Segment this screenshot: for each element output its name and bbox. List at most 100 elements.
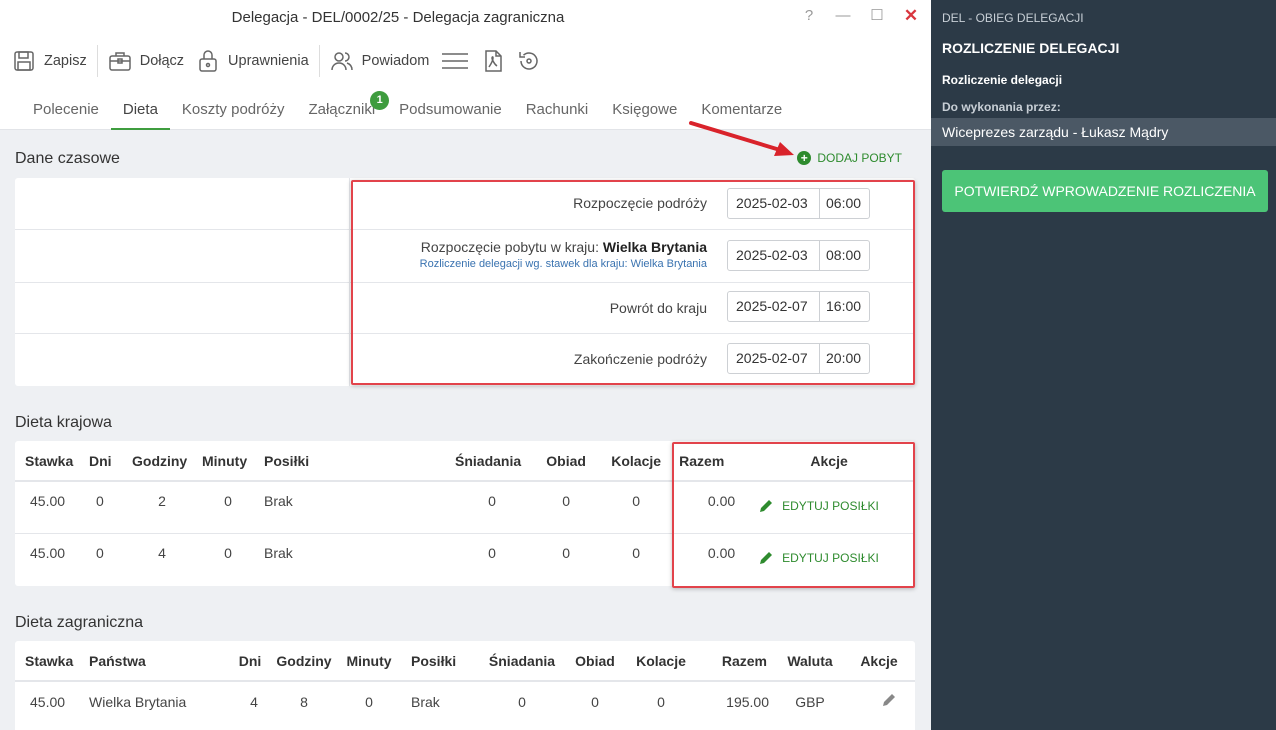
- col-akcje: Akcje: [860, 652, 898, 669]
- title-bar: Delegacja - DEL/0002/25 - Delegacja zagr…: [0, 0, 931, 36]
- col-godziny: Godziny: [276, 652, 332, 669]
- toolbar-divider: [318, 45, 320, 77]
- cell-razem: 195.00: [726, 693, 769, 710]
- tab-koszty-podrozy[interactable]: Koszty podróży: [170, 86, 297, 130]
- tab-polecenie[interactable]: Polecenie: [21, 86, 111, 130]
- tab-zalaczniki-label: Załączniki: [308, 101, 376, 118]
- add-stay-button[interactable]: + DODAJ POBYT: [797, 151, 902, 165]
- cell-minuty: 0: [224, 545, 232, 562]
- permissions-label: Uprawnienia: [228, 53, 309, 69]
- save-button[interactable]: Zapisz: [10, 43, 97, 79]
- col-obiad: Obiad: [546, 452, 586, 469]
- cell-stawka: 45.00: [30, 493, 66, 510]
- tab-zalaczniki[interactable]: Załączniki 1: [296, 86, 390, 130]
- lock-icon: [196, 49, 220, 73]
- edit-pencil-icon[interactable]: [881, 692, 897, 708]
- cell-posilki: Brak: [264, 545, 293, 562]
- users-icon: [330, 49, 354, 73]
- foreign-table-card: Stawka Państwa Dni Godziny Minuty Posiłk…: [15, 641, 915, 730]
- col-minuty: Minuty: [346, 652, 392, 669]
- cell-kolacje: 0: [632, 545, 641, 562]
- cell-minuty: 0: [365, 693, 373, 710]
- annotation-arrow-icon: [689, 121, 794, 156]
- col-posilki: Posiłki: [411, 652, 457, 669]
- window-title: Delegacja - DEL/0002/25 - Delegacja zagr…: [231, 9, 565, 26]
- col-dni: Dni: [238, 652, 262, 669]
- col-posilki: Posiłki: [264, 452, 310, 469]
- cell-minuty: 0: [224, 493, 232, 510]
- table-header-row: Stawka Państwa Dni Godziny Minuty Posiłk…: [15, 641, 915, 681]
- col-stawka: Stawka: [25, 452, 74, 469]
- col-sniadania: Śniadania: [455, 452, 522, 469]
- delegation-window: Delegacja - DEL/0002/25 - Delegacja zagr…: [0, 0, 931, 730]
- highlight-frame: [672, 442, 915, 588]
- pdf-button[interactable]: [479, 43, 515, 79]
- col-godziny: Godziny: [132, 452, 188, 469]
- history-button[interactable]: [515, 43, 551, 79]
- cell-sniadania: 0: [488, 545, 496, 562]
- tab-rachunki[interactable]: Rachunki: [514, 86, 601, 130]
- tab-ksiegowe[interactable]: Księgowe: [600, 86, 689, 130]
- close-button[interactable]: ✕: [899, 6, 923, 26]
- assigned-label: Do wykonania przez:: [942, 100, 1061, 114]
- confirm-settlement-button[interactable]: POTWIERDŹ WPROWADZENIE ROZLICZENIA: [942, 170, 1268, 212]
- time-section-title: Dane czasowe: [15, 150, 120, 167]
- workflow-name: DEL - OBIEG DELEGACJI: [942, 11, 1084, 25]
- col-minuty: Minuty: [202, 452, 248, 469]
- history-icon: [517, 49, 541, 73]
- foreign-section-title: Dieta zagraniczna: [15, 614, 144, 631]
- col-razem: Razem: [721, 652, 767, 669]
- col-kolacje: Kolacje: [636, 652, 686, 669]
- maximize-button[interactable]: ☐: [865, 6, 889, 26]
- cell-kolacje: 0: [632, 493, 641, 510]
- permissions-button[interactable]: Uprawnienia: [194, 43, 319, 79]
- menu-icon: [441, 49, 469, 73]
- cell-obiad: 0: [562, 493, 571, 510]
- save-label: Zapisz: [44, 53, 87, 69]
- col-sniadania: Śniadania: [488, 652, 556, 669]
- workflow-step-title: ROZLICZENIE DELEGACJI: [942, 40, 1120, 56]
- cell-obiad: 0: [591, 693, 599, 710]
- domestic-section-title: Dieta krajowa: [15, 414, 112, 431]
- cell-obiad: 0: [562, 545, 571, 562]
- briefcase-icon: [108, 49, 132, 73]
- notify-label: Powiadom: [361, 53, 430, 69]
- cell-stawka: 45.00: [30, 545, 66, 562]
- tab-dieta[interactable]: Dieta: [110, 86, 170, 130]
- cell-dni: 0: [96, 545, 104, 562]
- cell-godziny: 2: [158, 493, 166, 510]
- workflow-sidebar: DEL - OBIEG DELEGACJI ROZLICZENIE DELEGA…: [931, 0, 1276, 730]
- col-stawka: Stawka: [25, 652, 74, 669]
- highlight-frame: [351, 180, 915, 385]
- col-panstwa: Państwa: [89, 652, 146, 669]
- foreign-table: Stawka Państwa Dni Godziny Minuty Posiłk…: [15, 641, 915, 721]
- cell-dni: 4: [250, 693, 258, 710]
- cell-panstwa: Wielka Brytania: [89, 693, 187, 710]
- assignee: Wiceprezes zarządu - Łukasz Mądry: [931, 118, 1276, 146]
- cell-stawka: 45.00: [30, 693, 66, 710]
- cell-godziny: 8: [300, 693, 308, 710]
- table-row: 45.00 Wielka Brytania 4 8 0 Brak 0 0 0 1…: [15, 681, 915, 721]
- cell-akcje: [843, 681, 915, 721]
- minimize-button[interactable]: —: [831, 6, 855, 26]
- cell-posilki: Brak: [264, 493, 293, 510]
- col-dni: Dni: [89, 452, 112, 469]
- workflow-step-name: Rozliczenie delegacji: [942, 73, 1063, 87]
- tab-podsumowanie[interactable]: Podsumowanie: [387, 86, 514, 130]
- cell-dni: 0: [96, 493, 104, 510]
- toolbar-divider: [96, 45, 98, 77]
- attach-button[interactable]: Dołącz: [106, 43, 194, 79]
- notify-button[interactable]: Powiadom: [328, 43, 440, 79]
- cell-sniadania: 0: [488, 493, 496, 510]
- save-icon: [12, 49, 36, 73]
- cell-posilki: Brak: [411, 693, 440, 710]
- menu-button[interactable]: [439, 43, 479, 79]
- help-button[interactable]: ?: [797, 6, 821, 26]
- col-waluta: Waluta: [787, 652, 833, 669]
- toolbar: Zapisz Dołącz Uprawnienia Powiadom: [0, 36, 931, 86]
- cell-godziny: 4: [158, 545, 166, 562]
- cell-kolacje: 0: [657, 693, 665, 710]
- plus-circle-icon: +: [797, 151, 812, 165]
- col-kolacje: Kolacje: [611, 452, 662, 469]
- col-obiad: Obiad: [575, 652, 615, 669]
